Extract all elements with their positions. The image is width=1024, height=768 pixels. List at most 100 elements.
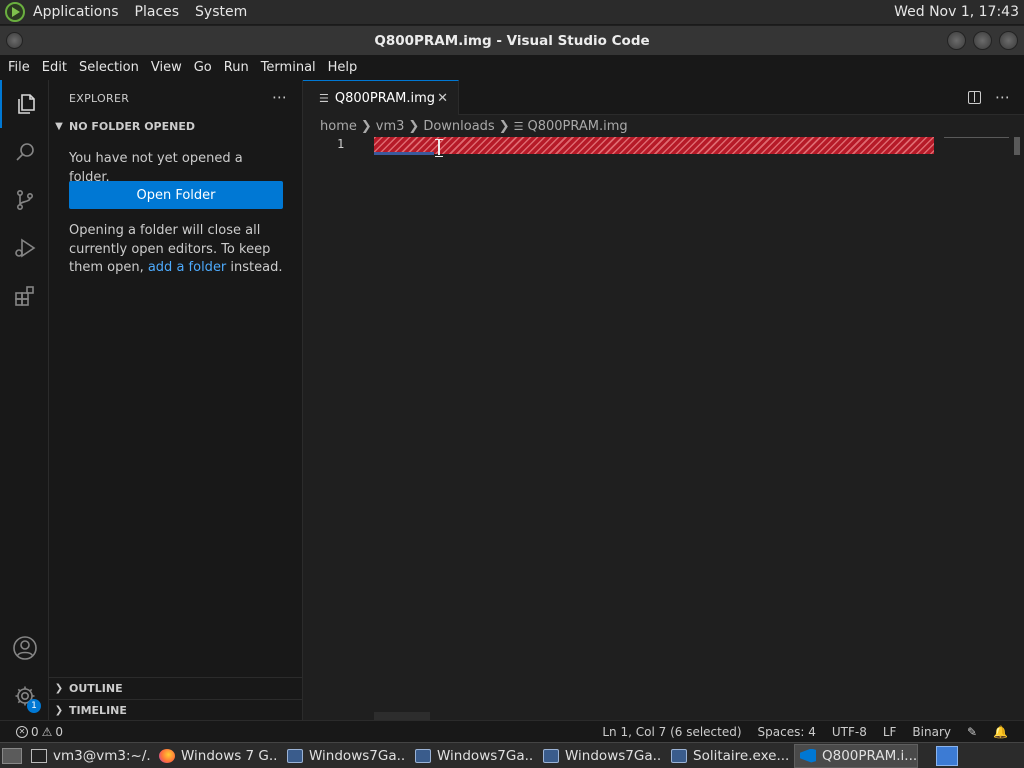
menu-selection[interactable]: Selection xyxy=(73,60,145,75)
menu-go[interactable]: Go xyxy=(188,60,218,75)
task-label: Windows7Ga... xyxy=(437,747,534,764)
system-menu[interactable]: System xyxy=(195,4,247,20)
outline-section-title: OUTLINE xyxy=(69,682,123,695)
applications-menu[interactable]: Applications xyxy=(33,4,119,20)
explorer-icon xyxy=(17,94,35,114)
menu-edit[interactable]: Edit xyxy=(36,60,73,75)
line-number: 1 xyxy=(337,137,345,151)
manage-badge: 1 xyxy=(27,699,41,713)
breadcrumb-file[interactable]: Q800PRAM.img xyxy=(528,119,628,134)
no-folder-section-header[interactable]: ▼ NO FOLDER OPENED xyxy=(49,115,303,137)
no-folder-section-title: NO FOLDER OPENED xyxy=(69,119,195,133)
menu-run[interactable]: Run xyxy=(218,60,255,75)
cursor-position[interactable]: Ln 1, Col 7 (6 selected) xyxy=(602,725,741,739)
activity-run-debug[interactable] xyxy=(0,224,49,272)
task-solitaire[interactable]: Solitaire.exe... xyxy=(666,744,790,768)
top-panel: Applications Places System Wed Nov 1, 17… xyxy=(0,0,1024,25)
sidebar-title: EXPLORER xyxy=(69,92,130,105)
wine-app-icon xyxy=(415,748,431,763)
task-terminal[interactable]: vm3@vm3:~/... xyxy=(26,744,150,768)
editor-more-actions-icon[interactable]: ⋯ xyxy=(995,88,1010,106)
language-mode[interactable]: Binary xyxy=(912,725,951,739)
problems-indicator[interactable]: ✕ 0 ⚠ 0 xyxy=(16,725,63,739)
window-menu-button[interactable] xyxy=(6,32,23,49)
menu-terminal[interactable]: Terminal xyxy=(255,60,322,75)
activity-search[interactable] xyxy=(0,128,49,176)
chevron-right-icon: ❯ xyxy=(498,119,510,134)
error-icon: ✕ xyxy=(16,725,28,738)
breadcrumb-vm3[interactable]: vm3 xyxy=(376,119,405,134)
breadcrumb-downloads[interactable]: Downloads xyxy=(423,119,494,134)
distro-logo-icon[interactable] xyxy=(5,2,25,22)
places-menu[interactable]: Places xyxy=(135,4,180,20)
file-lines-icon: ☰ xyxy=(513,120,524,133)
outline-section-header[interactable]: ❯ OUTLINE xyxy=(49,677,303,699)
encoding[interactable]: UTF-8 xyxy=(832,725,867,739)
sidebar-more-actions-icon[interactable]: ⋯ xyxy=(272,88,288,106)
notifications-bell-icon[interactable]: 🔔 xyxy=(993,725,1008,739)
task-firefox[interactable]: Windows 7 G... xyxy=(154,744,278,768)
tray-vscode-icon[interactable] xyxy=(936,745,958,766)
selection-highlight xyxy=(374,152,434,155)
task-label: Q800PRAM.i... xyxy=(822,747,918,764)
feedback-icon[interactable]: ✎ xyxy=(967,725,977,739)
menu-view[interactable]: View xyxy=(145,60,188,75)
error-count: 0 xyxy=(31,724,39,739)
firefox-icon xyxy=(159,748,175,763)
binary-content-line[interactable] xyxy=(374,137,934,154)
chevron-right-icon: ❯ xyxy=(54,683,64,694)
activity-source-control[interactable] xyxy=(0,176,49,224)
task-wine-1[interactable]: Windows7Ga... xyxy=(282,744,406,768)
activity-accounts[interactable] xyxy=(0,624,49,672)
status-bar: ✕ 0 ⚠ 0 Ln 1, Col 7 (6 selected) Spaces:… xyxy=(0,720,1024,742)
terminal-icon xyxy=(31,748,47,763)
split-editor-icon[interactable] xyxy=(968,90,981,104)
timeline-section-header[interactable]: ❯ TIMELINE xyxy=(49,699,303,721)
task-label: Windows7Ga... xyxy=(565,747,662,764)
extensions-icon xyxy=(14,286,34,306)
task-vscode[interactable]: Q800PRAM.i... xyxy=(794,743,918,768)
accounts-icon xyxy=(12,636,37,660)
task-label: Windows7Ga... xyxy=(309,747,406,764)
source-control-icon xyxy=(16,189,33,210)
indentation[interactable]: Spaces: 4 xyxy=(758,725,816,739)
show-desktop-icon[interactable] xyxy=(2,747,22,764)
end-of-line[interactable]: LF xyxy=(883,725,897,739)
file-lines-icon: ☰ xyxy=(319,91,329,105)
open-folder-note-suffix: instead. xyxy=(226,260,283,275)
vscode-icon xyxy=(800,748,816,763)
text-cursor-icon xyxy=(435,137,443,157)
add-folder-link[interactable]: add a folder xyxy=(148,260,226,275)
window-titlebar[interactable]: Q800PRAM.img - Visual Studio Code xyxy=(0,26,1024,55)
task-label: Solitaire.exe... xyxy=(693,747,790,764)
editor-area[interactable]: home ❯ vm3 ❯ Downloads ❯ ☰ Q800PRAM.img … xyxy=(303,115,1024,720)
activity-explorer[interactable] xyxy=(0,80,49,128)
search-icon xyxy=(15,143,34,161)
chevron-right-icon: ❯ xyxy=(54,705,64,716)
activity-manage[interactable]: 1 xyxy=(0,672,49,720)
menu-help[interactable]: Help xyxy=(322,60,364,75)
close-tab-icon[interactable]: ✕ xyxy=(437,91,448,106)
task-wine-2[interactable]: Windows7Ga... xyxy=(410,744,534,768)
window-title: Q800PRAM.img - Visual Studio Code xyxy=(374,32,650,49)
chevron-right-icon: ❯ xyxy=(408,119,420,134)
minimap[interactable] xyxy=(944,137,1009,138)
close-window-button[interactable] xyxy=(999,31,1018,50)
breadcrumb-home[interactable]: home xyxy=(320,119,357,134)
vertical-scrollbar[interactable] xyxy=(1014,137,1020,155)
activity-extensions[interactable] xyxy=(0,272,49,320)
wine-app-icon xyxy=(543,748,559,763)
warning-count: 0 xyxy=(55,724,64,739)
minimize-button[interactable] xyxy=(947,31,966,50)
task-label: Windows 7 G... xyxy=(181,747,278,764)
open-folder-button[interactable]: Open Folder xyxy=(69,181,283,209)
clock[interactable]: Wed Nov 1, 17:43 xyxy=(894,4,1019,20)
menu-file[interactable]: File xyxy=(2,60,36,75)
activity-bar: 1 xyxy=(0,80,49,720)
editor-tab-label: Q800PRAM.img xyxy=(334,90,436,106)
wine-app-icon xyxy=(671,748,687,763)
maximize-button[interactable] xyxy=(973,31,992,50)
editor-tab[interactable]: ☰ Q800PRAM.img ✕ xyxy=(303,80,459,115)
task-wine-3[interactable]: Windows7Ga... xyxy=(538,744,662,768)
horizontal-scrollbar[interactable] xyxy=(374,712,430,720)
